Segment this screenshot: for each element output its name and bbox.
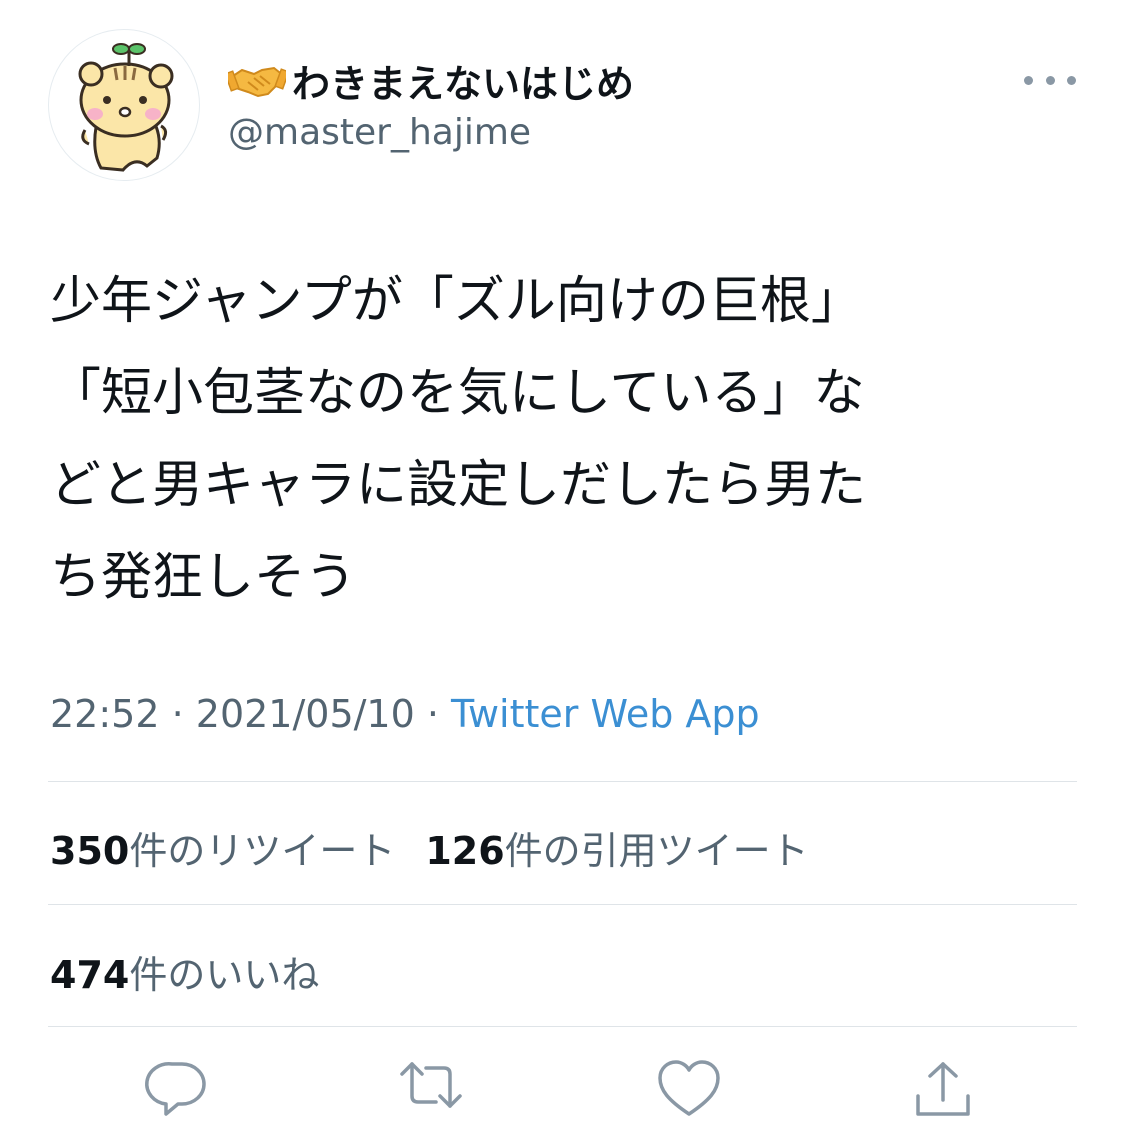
retweet-stats-row: 350件のリツイート 126件の引用ツイート — [50, 820, 809, 875]
retweet-icon — [400, 1062, 462, 1108]
meta-separator: · — [414, 692, 452, 736]
retweets-stat[interactable]: 350件のリツイート — [50, 820, 395, 875]
divider — [48, 1026, 1077, 1027]
tweet-text: 少年ジャンプが「ズル向けの巨根」 「短小包茎なのを気にしている」な どと男キャラ… — [50, 272, 867, 607]
divider — [48, 781, 1077, 782]
reply-button[interactable] — [142, 1056, 212, 1126]
tweet-meta: 22:52 · 2021/05/10 · Twitter Web App — [50, 692, 760, 736]
action-bar — [0, 1056, 1125, 1126]
tweet-source-link[interactable]: Twitter Web App — [451, 692, 760, 736]
handshake-icon — [228, 66, 286, 98]
tweet-date[interactable]: 2021/05/10 — [196, 692, 415, 736]
likes-stats-row: 474件のいいね — [50, 944, 319, 999]
display-name[interactable]: わきまえないはじめ — [292, 53, 634, 108]
reply-icon — [145, 1062, 206, 1116]
hamster-avatar-icon — [78, 43, 174, 172]
more-dot-icon — [1024, 75, 1033, 85]
retweets-label: 件のリツイート — [129, 829, 396, 873]
user-handle[interactable]: @master_hajime — [228, 112, 531, 153]
likes-stat[interactable]: 474件のいいね — [50, 944, 319, 999]
retweet-button[interactable] — [396, 1056, 466, 1126]
name-row[interactable]: わきまえないはじめ — [228, 56, 634, 106]
quotes-stat[interactable]: 126件の引用ツイート — [425, 820, 808, 875]
like-button[interactable] — [654, 1056, 724, 1126]
likes-count: 474 — [50, 953, 130, 997]
meta-separator: · — [159, 692, 196, 736]
more-dot-icon — [1067, 75, 1076, 85]
divider — [48, 904, 1077, 905]
likes-label: 件のいいね — [129, 953, 320, 997]
more-dot-icon — [1045, 75, 1055, 85]
quotes-label: 件の引用ツイート — [504, 829, 809, 873]
tweet-time[interactable]: 22:52 — [50, 692, 160, 736]
tweet-detail: わきまえないはじめ @master_hajime 少年ジャンプが「ズル向けの巨根… — [0, 0, 1125, 1121]
more-options-button[interactable] — [1024, 66, 1076, 94]
share-icon — [916, 1062, 970, 1116]
heart-icon — [658, 1060, 720, 1116]
quotes-count: 126 — [425, 829, 505, 873]
retweets-count: 350 — [50, 829, 130, 873]
share-button[interactable] — [908, 1056, 978, 1126]
avatar[interactable] — [48, 29, 200, 181]
